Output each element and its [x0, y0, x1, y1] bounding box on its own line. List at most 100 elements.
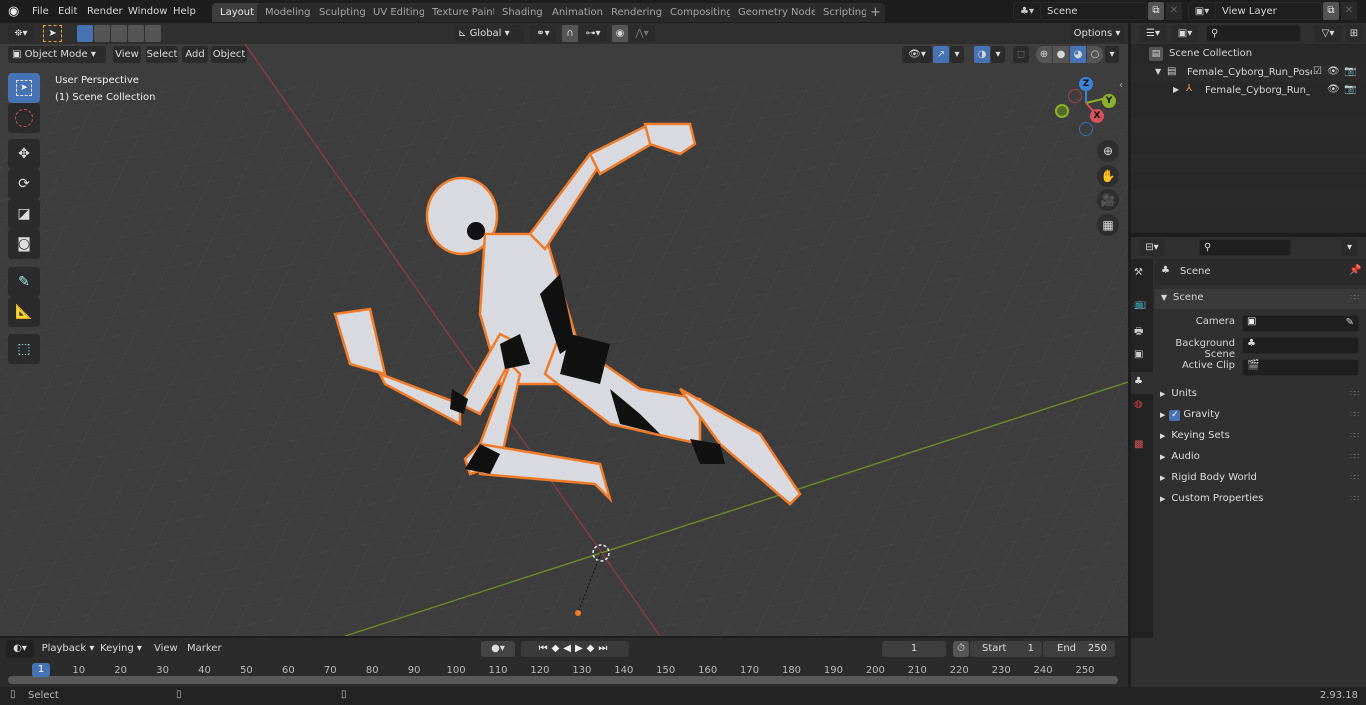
exclude-checkbox-icon[interactable]: ☑ [1313, 66, 1322, 77]
overlay-dropdown-icon[interactable]: ▾ [991, 46, 1005, 63]
navigation-gizmo[interactable]: Z Y X [1052, 76, 1122, 136]
delete-view-layer-icon[interactable]: ✕ [1341, 2, 1357, 20]
new-scene-icon[interactable]: ⧉ [1148, 2, 1164, 20]
timeline-menu-view[interactable]: View [154, 643, 178, 654]
gizmo-dropdown-icon[interactable]: ▾ [950, 46, 964, 63]
properties-search-input[interactable]: ⚲ [1199, 239, 1291, 256]
keying-sets-panel[interactable]: ▶ Keying Sets ∷∷ [1160, 426, 1360, 446]
menu-select[interactable]: Select [146, 46, 178, 63]
audio-panel[interactable]: ▶ Audio ∷∷ [1160, 447, 1360, 467]
rotate-tool[interactable]: ⟳ [8, 169, 40, 199]
mode-new-icon[interactable] [77, 25, 93, 42]
falloff-icon[interactable]: ⋀▾ [629, 25, 655, 42]
outliner-row-root[interactable]: ▤ Scene Collection [1131, 45, 1366, 63]
gizmo-y-axis[interactable]: Y [1102, 94, 1116, 108]
view-layer-field[interactable]: View Layer [1215, 2, 1322, 20]
options-dropdown[interactable]: Options ▾ [1070, 25, 1124, 42]
snap-target-icon[interactable]: ⊶▾ [579, 25, 607, 42]
visibility-eye-icon[interactable]: 👁 [1327, 66, 1340, 77]
gizmo-toggle-icon[interactable]: ↗ [933, 46, 949, 63]
snap-toggle-icon[interactable]: ∩ [562, 25, 578, 42]
blender-logo-icon[interactable]: ◉ [8, 4, 23, 19]
select-box-tool[interactable]: ➤ [8, 73, 40, 103]
delete-scene-icon[interactable]: ✕ [1166, 2, 1182, 20]
gizmo-x-axis[interactable]: X [1090, 109, 1104, 123]
outliner-row-collection[interactable]: ▼ ▤ Female_Cyborg_Run_Pose_0( ☑ 👁 📷 [1131, 64, 1366, 82]
tab-layout[interactable]: Layout [212, 3, 262, 22]
timeline-editor-type-icon[interactable]: ◐▾ [6, 640, 34, 658]
select-tool-icon[interactable]: ➤ [43, 25, 62, 42]
proportional-edit-icon[interactable]: ◉ [612, 25, 628, 42]
eyedropper-icon[interactable]: ✎ [1346, 317, 1354, 328]
view-layer-tab-icon[interactable]: ▣ [1134, 349, 1143, 360]
sidebar-toggle-icon[interactable]: ‹ [1119, 80, 1123, 91]
pan-view-icon[interactable]: ✋ [1097, 165, 1119, 187]
tab-shading[interactable]: Shading [494, 3, 551, 22]
custom-properties-panel[interactable]: ▶ Custom Properties ∷∷ [1160, 489, 1360, 509]
annotate-tool[interactable]: ✎ [8, 267, 40, 297]
playhead-frame[interactable]: 1 [32, 663, 50, 677]
start-frame-field[interactable]: Start 1 [970, 641, 1042, 657]
gizmo-z-axis[interactable]: Z [1079, 77, 1093, 91]
tab-rendering[interactable]: Rendering [603, 3, 671, 22]
mode-difference-icon[interactable] [128, 25, 144, 42]
cursor-tool[interactable] [8, 103, 40, 133]
world-tab-icon[interactable]: ◍ [1134, 399, 1143, 410]
editor-type-icon[interactable]: ⛯▾ [8, 25, 34, 42]
current-frame-field[interactable]: 1 [882, 641, 946, 657]
add-cube-tool[interactable]: ⬚ [8, 334, 40, 364]
measure-tool[interactable]: 📐 [8, 297, 40, 327]
menu-add[interactable]: Add [182, 46, 208, 63]
tab-compositing[interactable]: Compositing [662, 3, 741, 22]
solid-shading-icon[interactable]: ● [1053, 46, 1069, 63]
scene-selector-icon[interactable]: ♣▾ [1013, 2, 1041, 20]
auto-keying-toggle[interactable]: ●▾ [481, 641, 515, 657]
menu-edit[interactable]: Edit [58, 3, 77, 20]
menu-object[interactable]: Object [211, 46, 247, 63]
timeline-menu-marker[interactable]: Marker [187, 643, 222, 654]
move-tool[interactable]: ✥ [8, 139, 40, 169]
camera-field[interactable]: ▣ ✎ [1242, 315, 1359, 332]
outliner-row-armature[interactable]: ▶ ⅄ Female_Cyborg_Run_Pos 👁 📷 [1131, 82, 1366, 100]
preview-range-icon[interactable]: ⏱ [953, 641, 969, 657]
shading-dropdown-icon[interactable]: ▾ [1105, 46, 1119, 63]
xray-icon[interactable]: ◻ [1013, 46, 1029, 63]
tab-modeling[interactable]: Modeling [257, 3, 319, 22]
mode-intersect-icon[interactable] [145, 25, 161, 42]
texture-tab-icon[interactable]: ▩ [1134, 439, 1143, 450]
menu-render[interactable]: Render [87, 3, 123, 20]
overlay-toggle-icon[interactable]: ◑ [974, 46, 990, 63]
menu-file[interactable]: File [32, 3, 49, 20]
3d-viewport[interactable] [0, 44, 1128, 636]
display-mode-icon[interactable]: ▣▾ [1171, 25, 1199, 42]
rigid-body-world-panel[interactable]: ▶ Rigid Body World ∷∷ [1160, 468, 1360, 488]
drag-handle-icon[interactable]: ∷∷ [1350, 293, 1359, 302]
pivot-point-icon[interactable]: ⚭▾ [530, 25, 556, 42]
playback-controls[interactable]: ⏮◆◀▶◆⏭ [521, 641, 629, 657]
transform-tool[interactable]: ◙ [8, 229, 40, 259]
mode-extend-icon[interactable] [94, 25, 110, 42]
timeline-scrollbar[interactable] [8, 676, 1118, 684]
end-frame-field[interactable]: End 250 [1043, 641, 1115, 657]
keying-dropdown[interactable]: Keying ▾ [97, 640, 145, 658]
render-tab-icon[interactable]: 📺 [1134, 299, 1146, 310]
render-camera-icon[interactable]: 📷 [1344, 84, 1356, 95]
menu-help[interactable]: Help [173, 3, 196, 20]
visibility-eye-icon[interactable]: 👁 [1327, 84, 1340, 95]
menu-window[interactable]: Window [128, 3, 167, 20]
transform-orientation-dropdown[interactable]: ⊾ Global ▾ [454, 25, 524, 42]
active-clip-field[interactable]: 🎬 [1242, 359, 1359, 376]
units-panel[interactable]: ▶ Units ∷∷ [1160, 384, 1360, 404]
scale-tool[interactable]: ◪ [8, 199, 40, 229]
tab-uv-editing[interactable]: UV Editing [365, 3, 434, 22]
menu-view[interactable]: View [113, 46, 141, 63]
ortho-toggle-icon[interactable]: ▦ [1097, 214, 1119, 236]
view-layer-selector-icon[interactable]: ▣▾ [1188, 2, 1216, 20]
gizmo-neg-z[interactable] [1079, 122, 1093, 136]
pin-icon[interactable]: 📌 [1349, 265, 1361, 276]
gizmo-neg-x[interactable] [1068, 89, 1082, 103]
new-view-layer-icon[interactable]: ⧉ [1323, 2, 1339, 20]
expand-arrow-icon[interactable]: ▼ [1155, 67, 1161, 76]
collapse-arrow-icon[interactable]: ▶ [1173, 85, 1179, 94]
filter-icon[interactable]: ▽▾ [1314, 25, 1342, 42]
